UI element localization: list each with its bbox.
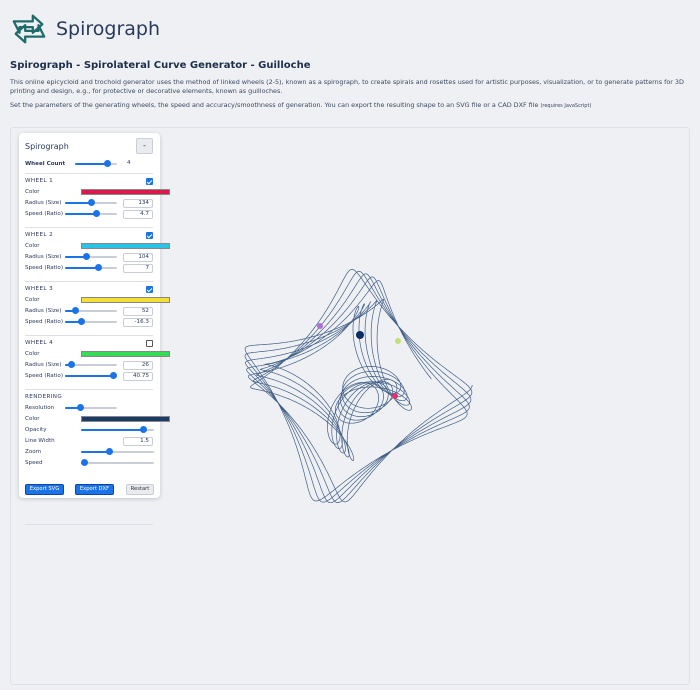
wheel-2-radius-slider[interactable] (65, 253, 117, 260)
wheel-3-enable-checkbox[interactable] (146, 286, 153, 293)
wheel-2-heading: WHEEL 2 (25, 232, 54, 238)
wheel-1-color-label: Color (25, 189, 40, 195)
wheel-1-marker (356, 331, 364, 339)
wheel-4-speed-label: Speed (Ratio) (25, 373, 64, 379)
line-width-input[interactable]: 1.5 (123, 436, 153, 446)
render-speed-slider[interactable] (80, 459, 154, 466)
intro-text: This online epicycloid and trochoid gene… (10, 78, 684, 95)
opacity-slider[interactable] (81, 426, 154, 433)
wheel-2-speed-slider[interactable] (65, 264, 117, 271)
line-color-swatch[interactable] (81, 416, 170, 422)
wheel-1-radius-row: Radius (Size) 134 (25, 198, 155, 208)
wheel-1-speed-slider[interactable] (65, 210, 117, 217)
wheel-3-color-swatch[interactable] (81, 297, 170, 303)
wheel-2-color-label: Color (25, 243, 40, 249)
zoom-slider[interactable] (81, 448, 154, 455)
wheel-3-radius-row: Radius (Size) 52 (25, 306, 155, 316)
wheel-3-radius-input[interactable]: 52 (123, 306, 153, 316)
wheel-2-speed-input[interactable]: 7 (123, 263, 153, 273)
wheel-2-speed-label: Speed (Ratio) (25, 265, 64, 271)
spirograph-curve (244, 269, 473, 504)
requires-note: (requires JavaScript) (540, 103, 592, 109)
site-header: Spirograph (10, 6, 160, 52)
wheel-4-color-label: Color (25, 351, 40, 357)
wheel-3-marker (392, 393, 398, 399)
wheel-4-heading: WHEEL 4 (25, 340, 54, 346)
zoom-label: Zoom (25, 449, 42, 455)
page-title: Spirograph - Spirolateral Curve Generato… (10, 60, 311, 71)
wheel-3-color-label: Color (25, 297, 40, 303)
wheel-1-heading: WHEEL 1 (25, 178, 54, 184)
wheel-3-speed-row: Speed (Ratio) -16.3 (25, 317, 155, 327)
wheel-1-speed-row: Speed (Ratio) 4.7 (25, 209, 155, 219)
export-svg-button[interactable]: Export SVG (25, 484, 64, 495)
wheel-4-speed-slider[interactable] (65, 372, 117, 379)
wheel-4-radius-slider[interactable] (65, 361, 117, 368)
resolution-slider[interactable] (65, 404, 117, 411)
wheel-4-speed-input[interactable]: 40.75 (123, 371, 153, 381)
instructions-text: Set the parameters of the generating whe… (10, 101, 690, 111)
wheel-count-slider[interactable] (75, 160, 117, 167)
restart-button[interactable]: Restart (126, 484, 154, 495)
wheel-count-row: Wheel Count 4 (25, 159, 155, 169)
export-dxf-button[interactable]: Export DXF (75, 484, 114, 495)
wheel-3-heading: WHEEL 3 (25, 286, 54, 292)
wheel-3-speed-slider[interactable] (65, 318, 117, 325)
wheel-2-speed-row: Speed (Ratio) 7 (25, 263, 155, 273)
wheel-4-color-swatch[interactable] (81, 351, 170, 357)
wheel-1-radius-input[interactable]: 134 (123, 198, 153, 208)
arrows-exchange-icon[interactable] (10, 9, 48, 49)
wheel-4-radius-label: Radius (Size) (25, 362, 62, 368)
line-width-label: Line Width (25, 438, 55, 444)
wheel-2-marker (395, 338, 401, 344)
render-speed-label: Speed (25, 460, 43, 466)
wheel-count-label: Wheel Count (25, 161, 66, 167)
line-color-label: Color (25, 416, 40, 422)
opacity-row: Opacity (25, 425, 155, 435)
brand-name[interactable]: Spirograph (56, 18, 160, 40)
wheel-1-color-swatch[interactable] (81, 189, 170, 195)
wheel-4-radius-row: Radius (Size) 26 (25, 360, 155, 370)
wheel-2-color-swatch[interactable] (81, 243, 170, 249)
wheel-1-speed-label: Speed (Ratio) (25, 211, 64, 217)
wheel-3-speed-input[interactable]: -16.3 (123, 317, 153, 327)
render-speed-row: Speed (25, 458, 155, 468)
wheel-4-speed-row: Speed (Ratio) 40.75 (25, 371, 155, 381)
rendering-heading: RENDERING (25, 394, 63, 400)
wheel-4-enable-checkbox[interactable] (146, 340, 153, 347)
wheel-4-radius-input[interactable]: 26 (123, 360, 153, 370)
wheel-1-speed-input[interactable]: 4.7 (123, 209, 153, 219)
wheel-2-radius-label: Radius (Size) (25, 254, 62, 260)
wheel-4-marker (317, 323, 323, 329)
spirograph-canvas[interactable] (180, 160, 520, 620)
wheel-1-enable-checkbox[interactable] (146, 178, 153, 185)
wheel-2-enable-checkbox[interactable] (146, 232, 153, 239)
instructions-body: Set the parameters of the generating whe… (10, 101, 539, 109)
collapse-button[interactable]: - (136, 138, 153, 154)
zoom-row: Zoom (25, 447, 155, 457)
wheel-2-radius-input[interactable]: 104 (123, 252, 153, 262)
wheel-count-value: 4 (123, 159, 153, 169)
wheel-3-radius-label: Radius (Size) (25, 308, 62, 314)
wheel-3-radius-slider[interactable] (65, 307, 117, 314)
wheel-3-speed-label: Speed (Ratio) (25, 319, 64, 325)
opacity-label: Opacity (25, 427, 47, 433)
resolution-row: Resolution (25, 403, 155, 413)
wheel-1-radius-slider[interactable] (65, 199, 117, 206)
line-width-row: Line Width 1.5 (25, 436, 155, 446)
wheel-1-radius-label: Radius (Size) (25, 200, 62, 206)
resolution-label: Resolution (25, 405, 55, 411)
panel-title: Spirograph (25, 142, 69, 151)
wheel-2-radius-row: Radius (Size) 104 (25, 252, 155, 262)
control-panel: Spirograph - Wheel Count 4 WHEEL 1 Color R… (19, 133, 170, 525)
